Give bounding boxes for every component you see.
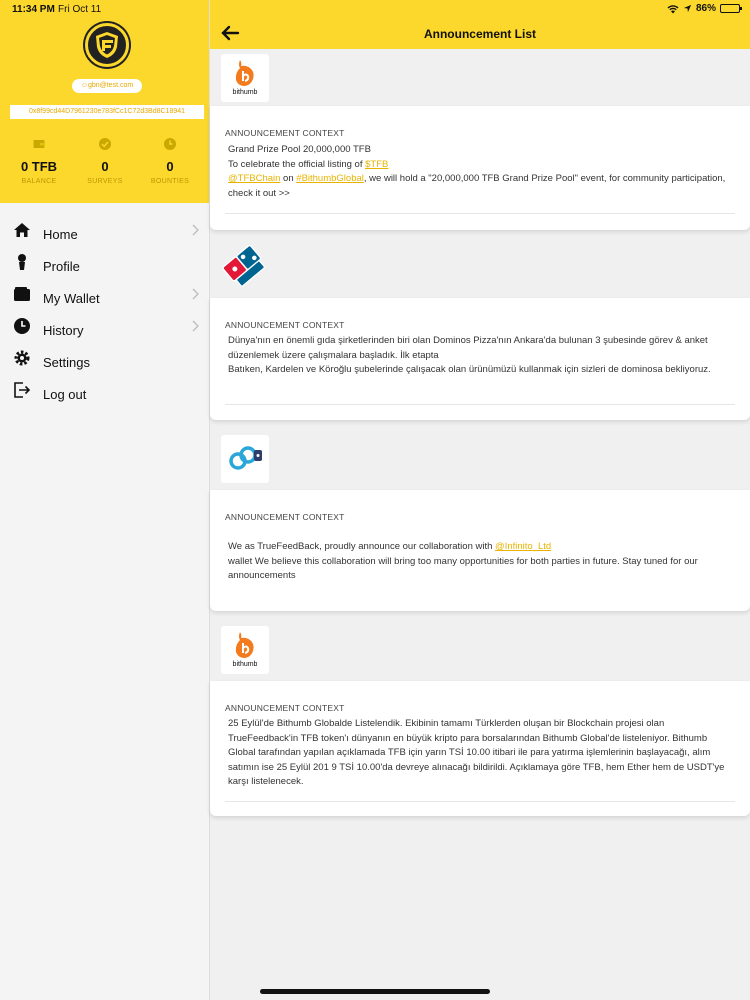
user-email: ☺gbn@test.com xyxy=(72,79,142,93)
sidebar-item-label: My Wallet xyxy=(43,291,100,306)
sidebar-menu: Home Profile My Wallet History Settings … xyxy=(0,215,210,407)
surveys-stat: 0 SURVEYS xyxy=(75,138,135,185)
bithumb-wordmark: bithumb xyxy=(232,89,258,96)
sidebar-item-label: Log out xyxy=(43,387,87,402)
sidebar-item-label: Profile xyxy=(43,259,80,274)
wallet-icon xyxy=(14,287,30,301)
announcement-line: Grand Prize Pool 20,000,000 TFB xyxy=(228,144,371,155)
announcement-text: Dünya'nın en önemli gıda şirketlerinden … xyxy=(228,334,728,378)
battery-percent: 86% xyxy=(695,3,716,14)
infinito-logo xyxy=(221,435,269,483)
sidebar-item-settings[interactable]: Settings xyxy=(0,343,210,375)
surveys-value: 0 xyxy=(101,159,109,174)
text-span: We as TrueFeedBack, proudly announce our… xyxy=(228,541,496,552)
infinito-mention-link[interactable]: @Infinito_Ltd xyxy=(495,541,551,552)
sidebar-item-label: Home xyxy=(43,227,78,242)
bounties-value: 0 xyxy=(166,159,174,174)
announcement-card-1[interactable]: ANNOUNCEMENT CONTEXT Grand Prize Pool 20… xyxy=(210,106,750,230)
sidebar-item-label: History xyxy=(43,323,84,338)
announcement-context-label: ANNOUNCEMENT CONTEXT xyxy=(225,128,345,138)
logout-icon xyxy=(14,382,31,398)
surveys-label: SURVEYS xyxy=(87,178,123,185)
announcement-card-3[interactable]: ANNOUNCEMENT CONTEXT We as TrueFeedBack,… xyxy=(210,490,750,611)
wifi-icon xyxy=(667,4,679,13)
announcement-text: We as TrueFeedBack, proudly announce our… xyxy=(228,540,728,584)
tfb-hashtag-link[interactable]: $TFB xyxy=(365,159,388,170)
announcement-card-4[interactable]: ANNOUNCEMENT CONTEXT 25 Eylül'de Bithumb… xyxy=(210,681,750,816)
bounties-label: BOUNTIES xyxy=(150,178,190,185)
text-span: To celebrate the official listing of xyxy=(228,158,366,170)
truefeedback-logo xyxy=(85,23,129,67)
divider xyxy=(225,404,735,405)
person-icon xyxy=(18,254,26,270)
wallet-icon xyxy=(33,140,45,148)
status-right: 86% xyxy=(667,3,742,14)
announcement-line: We as TrueFeedBack, proudly announce our… xyxy=(228,540,728,555)
sidebar: ☺gbn@test.com 0x8f99cd44D7961230e783fCc1… xyxy=(0,0,210,1000)
announcement-context-label: ANNOUNCEMENT CONTEXT xyxy=(225,703,345,713)
sidebar-item-history[interactable]: History xyxy=(0,311,210,343)
status-date: Fri Oct 11 xyxy=(58,4,102,15)
announcement-card-1-header: bithumb xyxy=(210,49,750,106)
status-bar: 11:34 PM Fri Oct 11 86% xyxy=(0,0,750,18)
sidebar-item-label: Settings xyxy=(43,355,90,370)
main-content: Announcement List bithumb ANNOUNCEMENT C… xyxy=(210,0,750,1000)
divider xyxy=(225,213,735,214)
tfbchain-mention-link[interactable]: @TFBChain xyxy=(228,173,280,184)
announcement-line: wallet We believe this collaboration wil… xyxy=(228,555,698,582)
chevron-right-icon xyxy=(192,288,199,300)
balance-value: 0 TFB xyxy=(20,159,58,174)
status-time: 11:34 PM xyxy=(12,4,55,15)
clock-icon xyxy=(14,318,30,334)
announcement-card-3-header xyxy=(210,430,750,490)
announcement-card-2-header xyxy=(210,240,750,298)
user-icon: ☺ xyxy=(80,82,88,89)
text-span: on xyxy=(280,173,297,184)
chevron-right-icon xyxy=(192,320,199,332)
sidebar-header: ☺gbn@test.com 0x8f99cd44D7961230e783fCc1… xyxy=(0,0,209,203)
sidebar-item-home[interactable]: Home xyxy=(0,215,210,247)
bithumb-wordmark: bithumb xyxy=(232,661,258,668)
dominos-logo xyxy=(221,243,269,291)
gear-icon xyxy=(14,350,30,366)
clock-icon xyxy=(164,138,176,150)
sidebar-item-my-wallet[interactable]: My Wallet xyxy=(0,279,210,311)
sidebar-item-profile[interactable]: Profile xyxy=(0,247,210,279)
bithumb-logo: bithumb xyxy=(221,626,269,674)
dominos-logo-icon xyxy=(222,244,265,287)
bithumb-logo: bithumb xyxy=(221,54,269,102)
shield-logo-icon xyxy=(96,32,118,58)
bounties-stat: 0 BOUNTIES xyxy=(140,138,200,185)
bithumbglobal-hashtag-link[interactable]: #BithumbGlobal xyxy=(296,173,364,184)
page-title: Announcement List xyxy=(423,27,536,41)
user-email-text: gbn@test.com xyxy=(87,82,134,89)
announcement-line: Batıken, Kardelen ve Köroğlu şubelerinde… xyxy=(228,364,711,375)
announcement-text: 25 Eylül'de Bithumb Globalde Listelendik… xyxy=(228,718,725,787)
announcement-line: To celebrate the official listing of $TF… xyxy=(228,158,728,173)
balance-stat: 0 TFB BALANCE xyxy=(9,138,69,185)
announcement-card-2[interactable]: ANNOUNCEMENT CONTEXT Dünya'nın en önemli… xyxy=(210,298,750,420)
home-indicator[interactable] xyxy=(260,989,490,994)
announcement-context-label: ANNOUNCEMENT CONTEXT xyxy=(225,512,345,522)
check-icon xyxy=(99,138,111,150)
announcement-card-4-header: bithumb xyxy=(210,621,750,681)
wallet-address: 0x8f99cd44D7961230e783fCc1C72d3Bd8C18941 xyxy=(10,105,204,119)
announcement-line: @TFBChain on #BithumbGlobal, we will hol… xyxy=(228,172,728,201)
sidebar-item-logout[interactable]: Log out xyxy=(0,375,210,407)
chevron-right-icon xyxy=(192,224,199,236)
location-arrow-icon xyxy=(683,4,692,13)
infinito-logo-icon xyxy=(229,446,262,470)
announcement-text: Grand Prize Pool 20,000,000 TFB To celeb… xyxy=(228,143,728,201)
battery-icon xyxy=(720,4,742,13)
balance-label: BALANCE xyxy=(21,178,57,185)
home-icon xyxy=(14,223,30,237)
announcement-context-label: ANNOUNCEMENT CONTEXT xyxy=(225,320,345,330)
divider xyxy=(225,801,735,802)
announcement-line: Dünya'nın en önemli gıda şirketlerinden … xyxy=(228,335,708,361)
